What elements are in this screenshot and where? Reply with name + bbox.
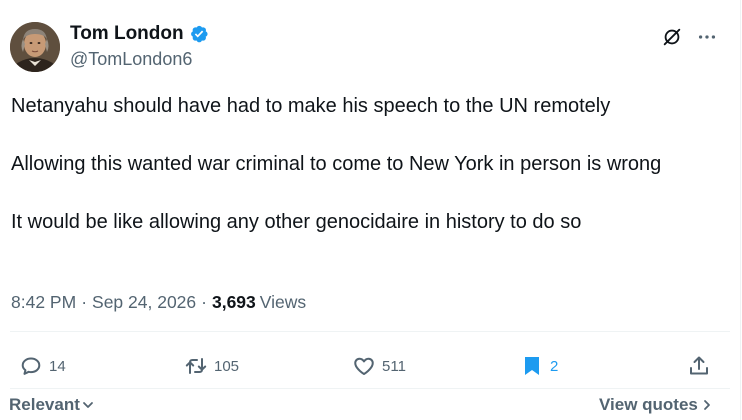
tweet-text: Netanyahu should have had to make his sp… <box>11 92 711 237</box>
share-icon <box>690 356 708 375</box>
avatar[interactable] <box>10 22 60 72</box>
like-count: 511 <box>382 357 406 375</box>
tweet-time[interactable]: 8:42 PM <box>11 292 76 313</box>
views-label: Views <box>259 291 307 312</box>
meta-separator: · <box>201 291 207 312</box>
tweet-page: Tom London @TomLondon6 Netanyahu should … <box>0 0 742 420</box>
reply-count: 14 <box>49 357 66 375</box>
tweet-meta: 8:42 PM · Sep 24, 2026 · 3,693 Views <box>11 290 306 314</box>
avatar-portrait <box>10 22 60 72</box>
reply-sort-label: Relevant <box>9 395 80 414</box>
author-handle[interactable]: @TomLondon6 <box>70 49 192 70</box>
repost-icon <box>185 358 207 374</box>
column-border <box>740 0 741 420</box>
share-button[interactable] <box>687 352 711 380</box>
grok-icon[interactable] <box>661 26 683 48</box>
chevron-down-icon <box>82 402 93 408</box>
bookmark-button[interactable]: 2 <box>520 352 558 380</box>
chevron-right-icon <box>703 400 710 410</box>
heart-icon <box>354 357 374 375</box>
more-icon[interactable] <box>696 26 718 48</box>
author-display-name[interactable]: Tom London <box>70 23 184 45</box>
tweet-paragraph: Netanyahu should have had to make his sp… <box>11 95 611 117</box>
repost-count: 105 <box>214 357 240 375</box>
views-count: 3,693 <box>211 291 256 312</box>
reply-sort-dropdown[interactable]: Relevant <box>9 395 94 415</box>
view-quotes-link[interactable]: View quotes <box>599 395 713 415</box>
view-quotes-label: View quotes <box>599 395 698 414</box>
tweet-paragraph: Allowing this wanted war criminal to com… <box>11 153 662 175</box>
divider <box>10 331 730 332</box>
like-button[interactable]: 511 <box>352 352 406 380</box>
bookmark-icon <box>525 357 539 375</box>
meta-separator: · <box>81 291 88 312</box>
tweet-date[interactable]: Sep 24, 2026 <box>92 292 196 313</box>
author-name-row[interactable]: Tom London <box>70 22 209 46</box>
divider <box>10 388 730 389</box>
reply-icon <box>21 357 41 375</box>
tweet-paragraph: It would be like allowing any other geno… <box>11 211 582 233</box>
reply-button[interactable]: 14 <box>19 352 66 380</box>
verified-badge-icon[interactable] <box>189 24 209 44</box>
repost-button[interactable]: 105 <box>184 352 239 380</box>
bookmark-count: 2 <box>550 357 559 375</box>
